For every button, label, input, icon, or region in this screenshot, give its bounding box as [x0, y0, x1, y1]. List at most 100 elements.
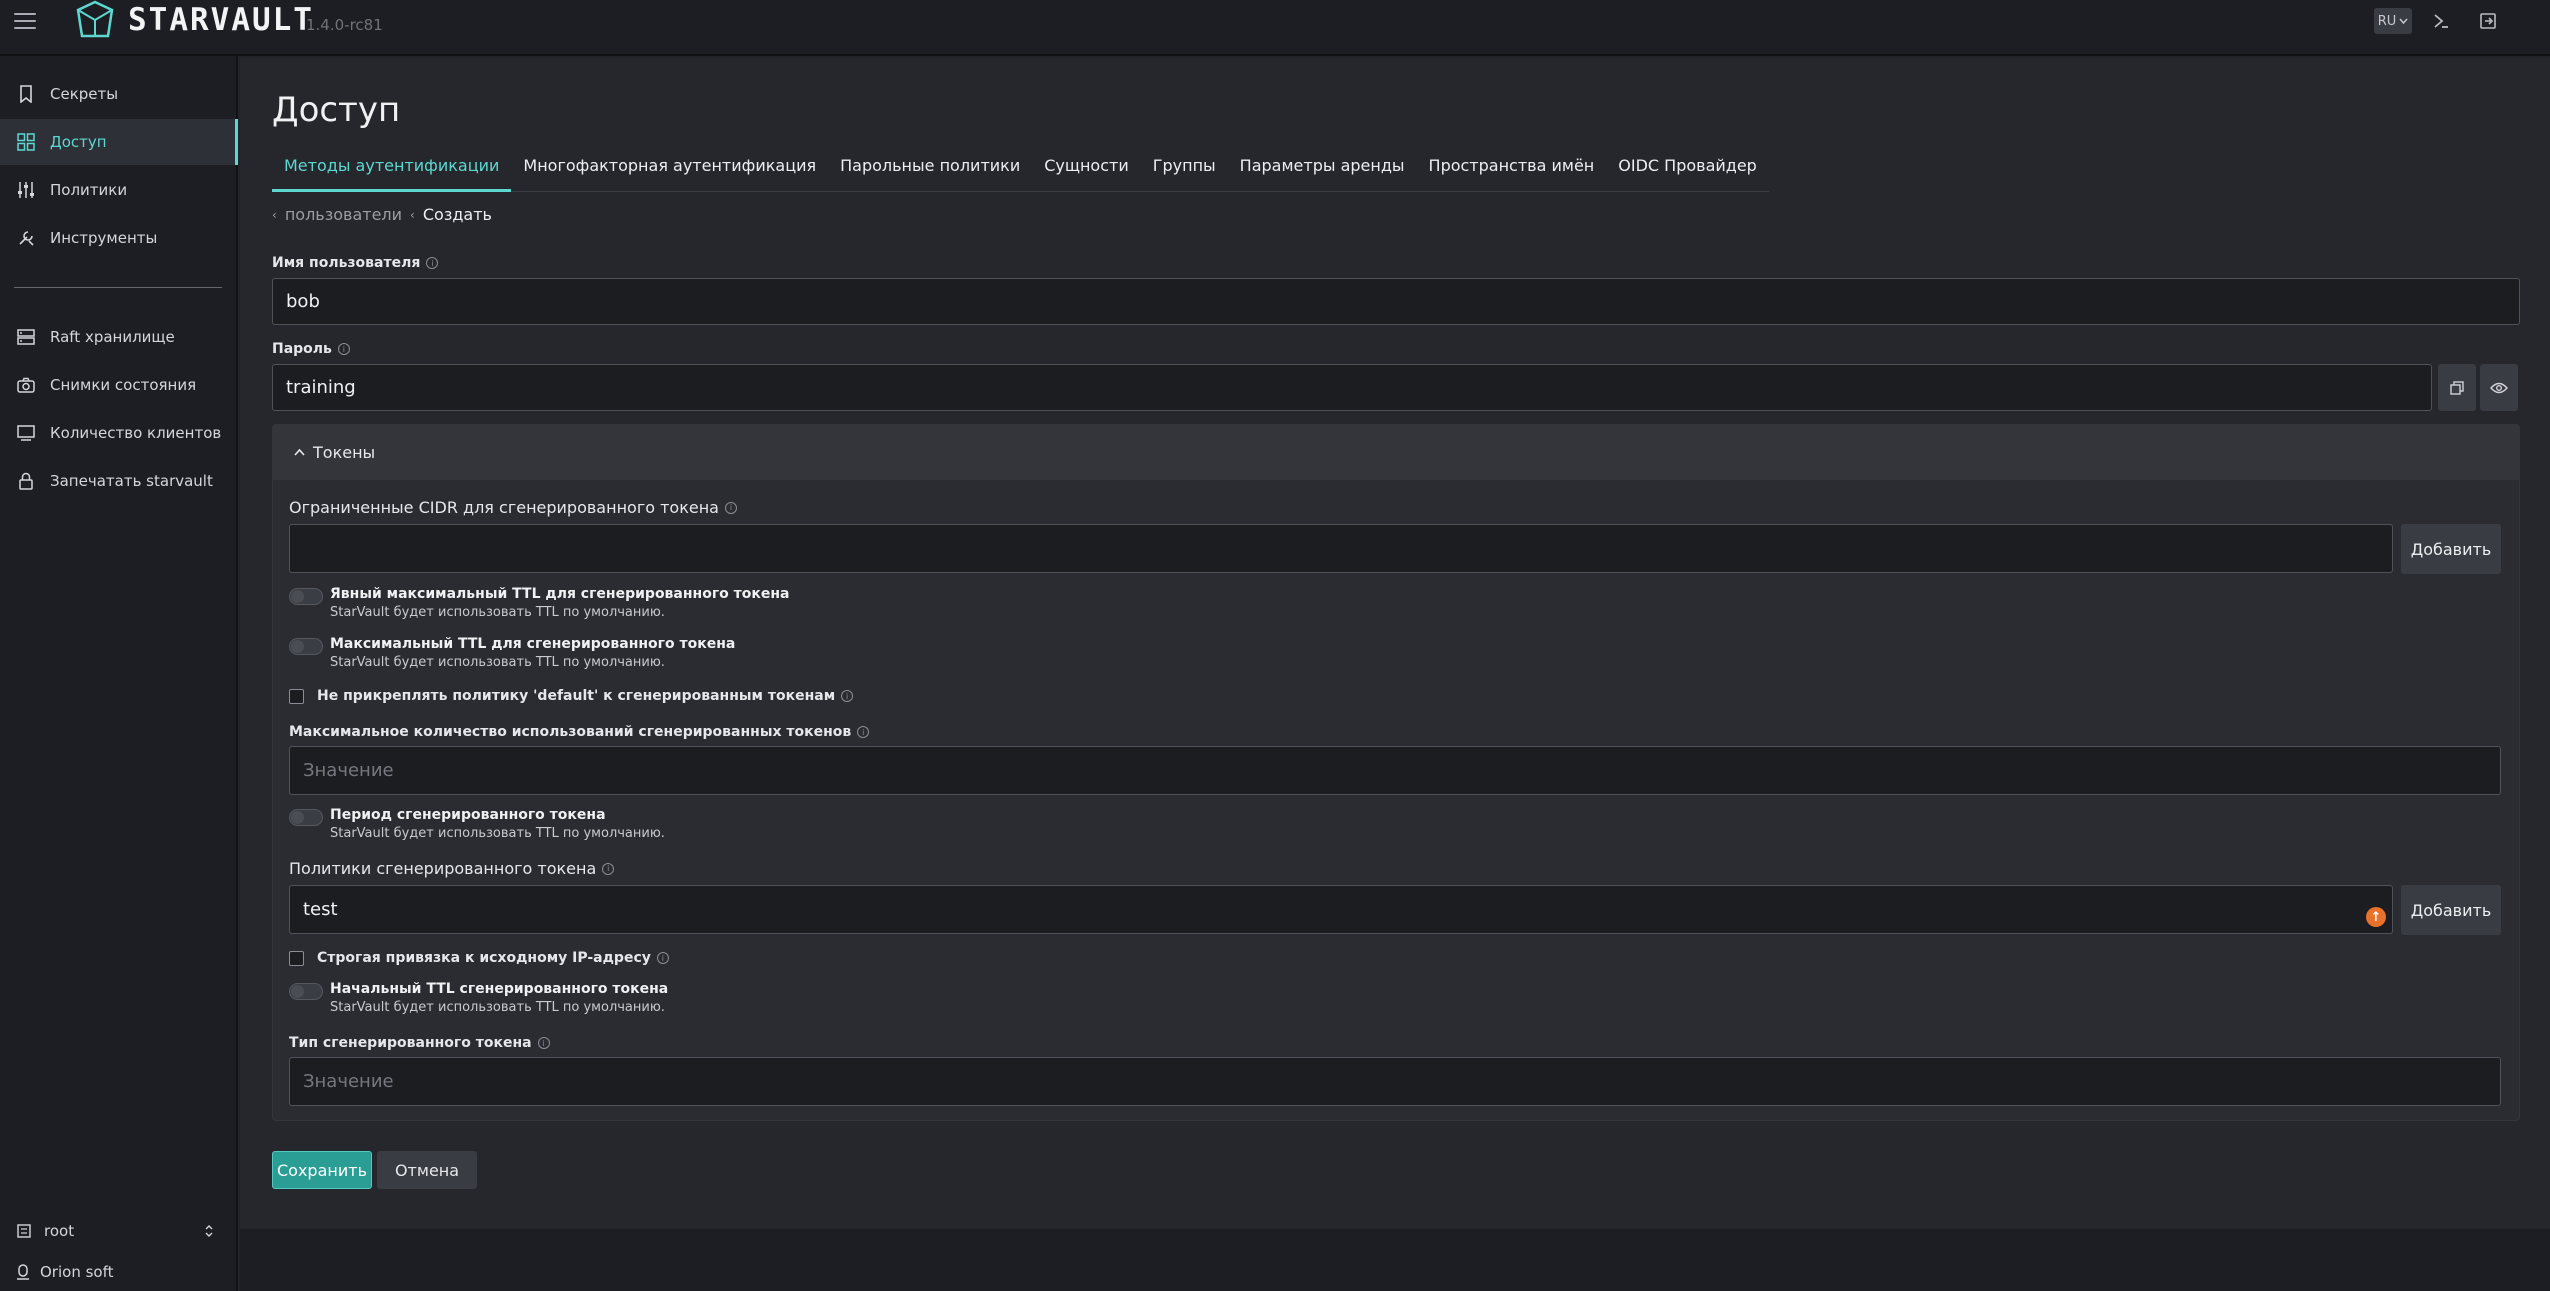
- sidebar-item-label: Запечатать starvault: [50, 472, 213, 490]
- initial-ttl-hint: StarVault будет использовать TTL по умол…: [330, 1000, 665, 1015]
- chevron-left-icon: ‹: [272, 207, 277, 222]
- copy-icon: [2450, 380, 2464, 395]
- policies-input[interactable]: test: [289, 885, 2393, 934]
- info-icon[interactable]: i: [724, 501, 737, 514]
- info-icon[interactable]: i: [841, 690, 854, 702]
- token-type-label: Тип сгенерированного токена i: [289, 1035, 550, 1051]
- max-uses-input[interactable]: Значение: [289, 746, 2501, 795]
- add-cidr-button[interactable]: Добавить: [2401, 524, 2501, 574]
- max-uses-text: Максимальное количество использований сг…: [289, 724, 852, 740]
- tab-auth-methods[interactable]: Методы аутентификации: [272, 148, 512, 192]
- info-icon[interactable]: i: [537, 1037, 550, 1049]
- add-policy-button[interactable]: Добавить: [2401, 885, 2501, 935]
- breadcrumb: ‹ пользователи ‹ Создать: [272, 205, 492, 224]
- sidebar: Секреты Доступ Политики Инструменты Raft…: [0, 56, 238, 1291]
- sidebar-item-client-count[interactable]: Количество клиентов: [0, 410, 238, 456]
- chevron-up-icon: [294, 448, 305, 456]
- tab-namespaces[interactable]: Пространства имён: [1417, 148, 1607, 192]
- logo-icon: [76, 0, 114, 38]
- sidebar-item-policies[interactable]: Политики: [0, 167, 238, 213]
- initial-ttl-label: Начальный TTL сгенерированного токена: [330, 981, 669, 997]
- app-version: 1.4.0-rc81: [306, 16, 383, 34]
- max-uses-label: Максимальное количество использований сг…: [289, 724, 870, 740]
- cidr-label-text: Ограниченные CIDR для сгенерированного т…: [289, 498, 719, 517]
- org-label: Orion soft: [16, 1263, 113, 1281]
- show-password-button[interactable]: [2480, 364, 2518, 411]
- no-default-policy-text: Не прикреплять политику 'default' к сген…: [317, 688, 836, 704]
- tab-bar: Методы аутентификации Многофакторная аут…: [272, 148, 1769, 192]
- max-ttl-hint: StarVault будет использовать TTL по умол…: [330, 655, 665, 670]
- sidebar-item-label: Снимки состояния: [50, 376, 197, 394]
- chevron-down-icon: [2399, 18, 2408, 24]
- initial-ttl-toggle[interactable]: [289, 983, 323, 1000]
- breadcrumb-current: Создать: [422, 205, 492, 224]
- tokens-section-toggle[interactable]: Токены: [272, 424, 2520, 480]
- console-icon[interactable]: [2428, 8, 2454, 34]
- policies-label: Политики сгенерированного токена i: [289, 859, 615, 878]
- no-default-policy-label: Не прикреплять политику 'default' к сген…: [317, 688, 854, 704]
- sidebar-item-snapshots[interactable]: Снимки состояния: [0, 362, 238, 408]
- password-input[interactable]: training: [272, 364, 2432, 411]
- username-label-text: Имя пользователя: [272, 255, 421, 271]
- period-toggle[interactable]: [289, 809, 323, 826]
- explicit-max-ttl-label: Явный максимальный TTL для сгенерированн…: [330, 586, 790, 602]
- sidebar-item-label: Raft хранилище: [50, 328, 175, 346]
- sidebar-item-label: Политики: [50, 181, 128, 199]
- page-title: Доступ: [272, 90, 401, 130]
- tab-mfa[interactable]: Многофакторная аутентификация: [511, 148, 828, 192]
- username-input[interactable]: bob: [272, 278, 2520, 325]
- sidebar-item-label: Доступ: [50, 133, 107, 151]
- breadcrumb-users-link[interactable]: пользователи: [285, 205, 402, 224]
- tab-oidc-provider[interactable]: OIDC Провайдер: [1606, 148, 1769, 192]
- sliders-icon: [16, 180, 36, 200]
- namespace-selector[interactable]: root: [16, 1222, 214, 1240]
- sidebar-item-seal[interactable]: Запечатать starvault: [0, 458, 238, 504]
- info-icon[interactable]: i: [656, 952, 669, 964]
- language-select[interactable]: RU: [2374, 8, 2412, 34]
- server-icon: [16, 327, 36, 347]
- copy-password-button[interactable]: [2438, 364, 2476, 411]
- namespace-icon: [17, 1224, 31, 1238]
- max-ttl-label: Максимальный TTL для сгенерированного то…: [330, 636, 736, 652]
- token-type-input[interactable]: Значение: [289, 1057, 2501, 1106]
- sidebar-item-raft-storage[interactable]: Raft хранилище: [0, 314, 238, 360]
- cidr-textarea[interactable]: [289, 524, 2393, 573]
- info-icon[interactable]: i: [857, 726, 870, 738]
- strict-ip-label: Строгая привязка к исходному IP-адресу i: [317, 950, 669, 966]
- org-name: Orion soft: [40, 1263, 114, 1281]
- info-icon[interactable]: i: [426, 257, 439, 269]
- tab-entities[interactable]: Сущности: [1032, 148, 1140, 192]
- password-label: Пароль i: [272, 341, 350, 357]
- tab-groups[interactable]: Группы: [1141, 148, 1228, 192]
- no-default-policy-checkbox[interactable]: [289, 689, 304, 704]
- info-icon[interactable]: i: [337, 343, 350, 355]
- autofill-badge-icon[interactable]: ↑: [2366, 907, 2386, 927]
- save-button[interactable]: Сохранить: [272, 1151, 372, 1189]
- sidebar-item-label: Инструменты: [50, 229, 158, 247]
- monitor-icon: [16, 423, 36, 443]
- policies-label-text: Политики сгенерированного токена: [289, 859, 597, 878]
- strict-ip-checkbox[interactable]: [289, 951, 304, 966]
- grid-icon: [16, 132, 36, 152]
- sidebar-item-label: Секреты: [50, 85, 119, 103]
- logout-icon[interactable]: [2475, 8, 2501, 34]
- sidebar-item-secrets[interactable]: Секреты: [0, 71, 238, 117]
- sidebar-item-access[interactable]: Доступ: [0, 119, 238, 165]
- max-ttl-toggle[interactable]: [289, 638, 323, 655]
- top-bar: STARVAULT 1.4.0-rc81 RU: [0, 0, 2550, 56]
- app-logo-text: STARVAULT: [128, 2, 314, 38]
- bookmark-icon: [16, 84, 36, 104]
- period-hint: StarVault будет использовать TTL по умол…: [330, 826, 665, 841]
- tab-lease-params[interactable]: Параметры аренды: [1228, 148, 1417, 192]
- explicit-max-ttl-toggle[interactable]: [289, 588, 323, 605]
- language-value: RU: [2377, 13, 2397, 29]
- tab-password-policies[interactable]: Парольные политики: [828, 148, 1032, 192]
- menu-icon[interactable]: [14, 10, 36, 32]
- chevron-left-icon: ‹: [410, 207, 415, 222]
- chevron-up-down-icon: [205, 1225, 213, 1237]
- info-icon[interactable]: i: [602, 862, 615, 875]
- sidebar-item-label: Количество клиентов: [50, 424, 222, 442]
- sidebar-item-tools[interactable]: Инструменты: [0, 215, 238, 261]
- cancel-button[interactable]: Отмена: [377, 1151, 477, 1189]
- eye-icon: [2490, 382, 2508, 393]
